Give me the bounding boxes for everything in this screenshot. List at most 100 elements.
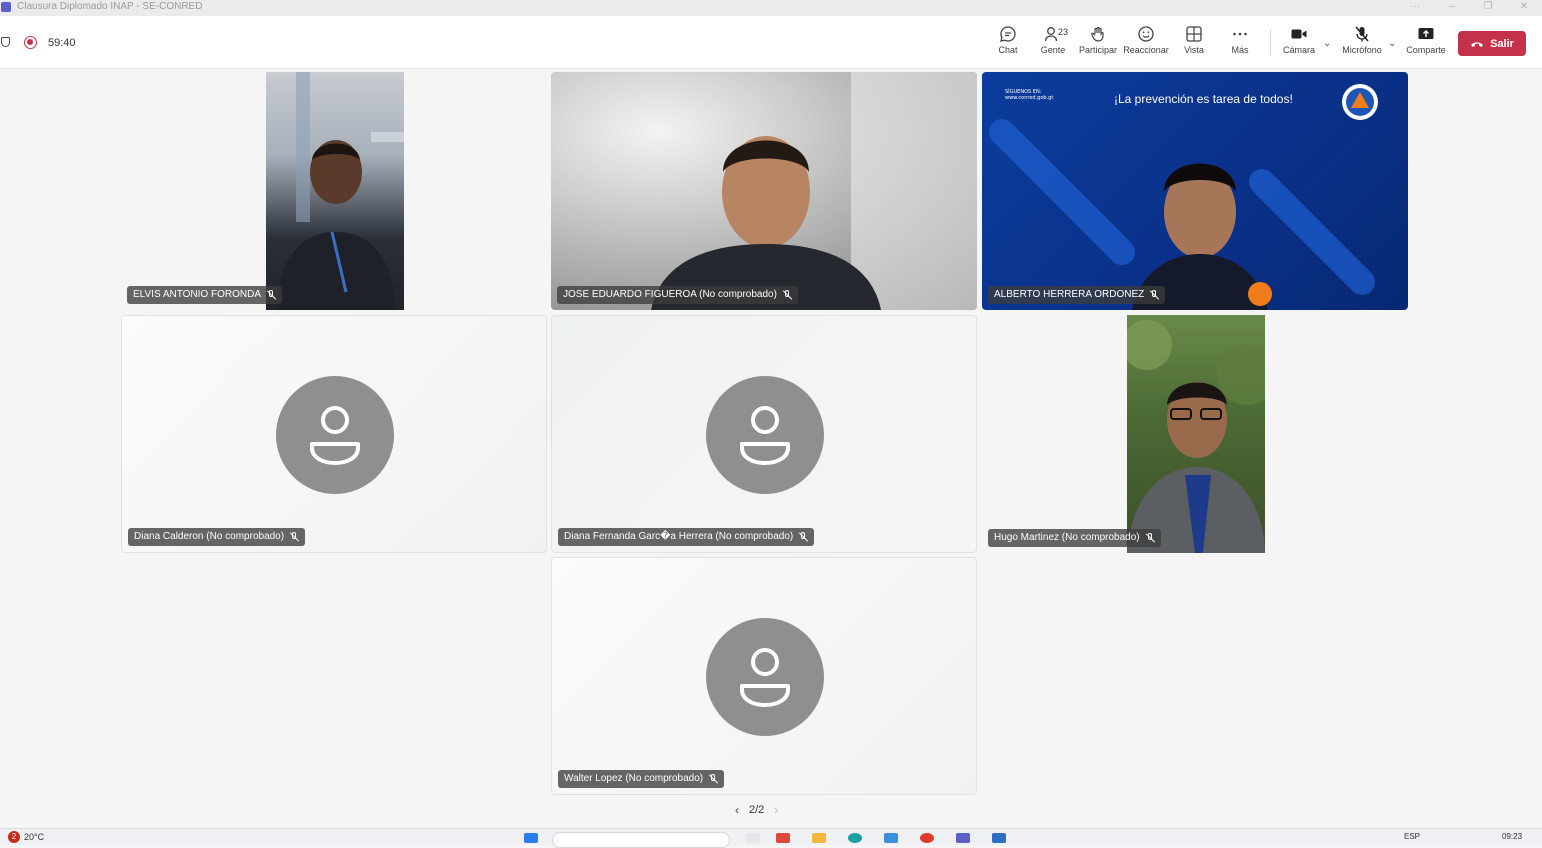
mic-muted-icon	[290, 532, 299, 542]
edge-browser-icon[interactable]	[848, 833, 862, 843]
banner-social-text: SÍGUENOS EN: www.conred.gob.gt	[1005, 89, 1054, 101]
camera-icon	[1291, 29, 1307, 39]
participant-nametag: Diana Fernanda Garc�a Herrera (No compro…	[558, 528, 815, 546]
participant-tile[interactable]: JOSE EDUARDO FIGUEROA (No comprobado)	[551, 72, 977, 310]
participant-tile[interactable]: Walter Lopez (No comprobado)	[551, 557, 977, 795]
participant-name: Hugo Martinez (No comprobado)	[994, 532, 1140, 543]
participant-nametag: Diana Calderon (No comprobado)	[128, 528, 306, 546]
person-icon	[310, 406, 360, 465]
people-button[interactable]: 23 Gente	[1029, 25, 1077, 55]
participant-nametag: Hugo Martinez (No comprobado)	[988, 529, 1161, 547]
participant-tile[interactable]: Hugo Martinez (No comprobado)	[982, 315, 1408, 553]
participant-video	[551, 72, 977, 310]
window-titlebar: Clausura Diplomado INAP - SE-CONRED ··· …	[0, 0, 1542, 16]
camera-button[interactable]: Cámara	[1275, 25, 1323, 55]
window-restore-button[interactable]: ❐	[1478, 0, 1498, 14]
hand-icon	[1091, 26, 1104, 42]
view-label: Vista	[1184, 45, 1204, 55]
microphone-label: Micrófono	[1342, 45, 1382, 55]
mic-muted-icon	[799, 532, 808, 542]
share-label: Comparte	[1406, 45, 1446, 55]
banner-slogan: ¡La prevención es tarea de todos!	[1114, 92, 1293, 106]
participant-video: SÍGUENOS EN: www.conred.gob.gt ¡La preve…	[982, 72, 1408, 310]
react-button[interactable]: Reaccionar	[1122, 25, 1170, 55]
system-clock[interactable]: 09:23	[1502, 832, 1522, 841]
taskbar-search-input[interactable]	[552, 832, 730, 848]
chrome-browser-icon[interactable]	[920, 833, 934, 843]
gallery-pagination: ‹ 2/2 ›	[735, 803, 778, 817]
toolbar-divider	[1270, 30, 1271, 56]
mic-muted-icon	[783, 290, 792, 300]
person-icon	[740, 406, 790, 465]
chat-icon	[1000, 26, 1016, 42]
input-language[interactable]: ESP	[1404, 832, 1420, 841]
shield-icon	[1, 37, 10, 47]
raise-hand-button[interactable]: Participar	[1074, 25, 1122, 55]
participant-silhouette	[276, 72, 404, 310]
virtual-background	[989, 84, 1378, 310]
participant-tile[interactable]: ELVIS ANTONIO FORONDA	[121, 72, 547, 310]
participant-name: Diana Calderon (No comprobado)	[134, 531, 285, 542]
more-label: Más	[1231, 45, 1249, 55]
mic-muted-icon	[267, 290, 276, 300]
task-view-icon[interactable]	[746, 833, 760, 843]
calendar-app-icon[interactable]	[776, 833, 790, 843]
leave-button[interactable]: Salir	[1458, 31, 1526, 56]
file-explorer-icon[interactable]	[812, 833, 826, 843]
os-taskbar: 2 20°C ESP 09:23	[0, 828, 1542, 848]
meeting-timer: 59:40	[48, 37, 76, 49]
microphone-button[interactable]: Micrófono	[1338, 25, 1386, 55]
participant-tile[interactable]: SÍGUENOS EN: www.conred.gob.gt ¡La preve…	[982, 72, 1408, 310]
camera-label: Cámara	[1282, 45, 1315, 55]
previous-page-chevron-icon[interactable]: ‹	[735, 803, 739, 817]
store-app-icon[interactable]	[884, 833, 898, 843]
teams-taskbar-icon[interactable]	[956, 833, 970, 843]
participant-nametag: ALBERTO HERRERA ORDONEZ	[988, 286, 1166, 304]
raise-hand-label: Participar	[1078, 45, 1117, 55]
grid-view-icon	[1186, 26, 1202, 42]
participant-nametag: Walter Lopez (No comprobado)	[558, 770, 725, 788]
mic-muted-icon	[709, 774, 718, 784]
participant-tile[interactable]: Diana Fernanda Garc�a Herrera (No compro…	[551, 315, 977, 553]
participant-name: ALBERTO HERRERA ORDONEZ	[994, 289, 1145, 300]
more-button[interactable]: Más	[1216, 25, 1264, 55]
smiley-icon	[1138, 26, 1154, 42]
participant-video	[1127, 315, 1265, 553]
camera-options-chevron-icon[interactable]: ⌄	[1323, 38, 1331, 49]
view-button[interactable]: Vista	[1170, 25, 1218, 55]
mic-muted-icon	[1150, 290, 1159, 300]
avatar	[276, 376, 394, 494]
window-minimize-button[interactable]: –	[1442, 0, 1462, 14]
share-button[interactable]: Comparte	[1402, 25, 1450, 55]
participant-video	[266, 72, 404, 310]
weather-widget[interactable]: 2 20°C	[8, 831, 44, 843]
participant-nametag: JOSE EDUARDO FIGUEROA (No comprobado)	[557, 286, 798, 304]
microphone-options-chevron-icon[interactable]: ⌄	[1388, 38, 1396, 49]
person-icon	[740, 648, 790, 707]
window-title: Clausura Diplomado INAP - SE-CONRED	[17, 1, 203, 12]
start-menu-icon[interactable]	[524, 833, 538, 843]
microphone-off-icon	[1355, 26, 1369, 42]
window-more-button[interactable]: ···	[1405, 0, 1425, 14]
notification-badge: 2	[8, 831, 20, 843]
mic-muted-icon	[1146, 533, 1155, 543]
participant-silhouette	[651, 72, 977, 310]
people-label: Gente	[1040, 45, 1066, 55]
leave-label: Salir	[1490, 37, 1514, 50]
ellipsis-icon	[1233, 32, 1247, 36]
chat-button[interactable]: Chat	[984, 25, 1032, 55]
window-close-button[interactable]: ✕	[1514, 0, 1534, 14]
chat-label: Chat	[998, 45, 1018, 55]
participant-nametag: ELVIS ANTONIO FORONDA	[127, 286, 282, 304]
share-screen-icon	[1418, 28, 1434, 39]
teams-app-icon	[1, 2, 11, 12]
recording-icon	[24, 36, 37, 49]
app-taskbar-icon[interactable]	[992, 833, 1006, 843]
participant-tile[interactable]: Diana Calderon (No comprobado)	[121, 315, 547, 553]
page-indicator: 2/2	[749, 804, 765, 816]
avatar	[706, 376, 824, 494]
react-label: Reaccionar	[1123, 45, 1169, 55]
meeting-toolbar: 59:40 Chat 23 Gente Participar Reacciona…	[0, 16, 1542, 69]
phone-hangup-icon	[1471, 41, 1484, 47]
next-page-chevron-icon[interactable]: ›	[774, 803, 778, 817]
